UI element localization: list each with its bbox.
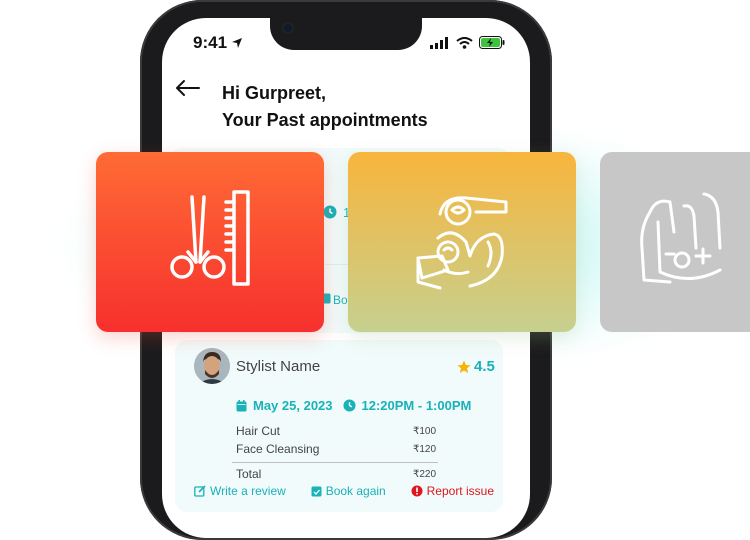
stylist-name: Stylist Name [236, 358, 321, 375]
total-row: Total ₹220 [236, 465, 436, 483]
alert-icon [411, 485, 423, 497]
report-issue-button[interactable]: Report issue [411, 484, 494, 498]
appointment-time: 12:20PM - 1:00PM [361, 398, 472, 413]
status-time: 9:41 [193, 33, 228, 52]
hand-care-icon [640, 192, 722, 284]
list-item: Hair Cut ₹100 [236, 422, 436, 440]
item-price: ₹120 [412, 443, 436, 455]
total-value: ₹220 [412, 468, 436, 480]
battery-icon [479, 36, 505, 49]
item-name: Face Cleansing [236, 442, 320, 456]
appointment-datetime: May 25, 2023 12:20PM - 1:00PM [236, 398, 471, 413]
clock-icon [323, 205, 337, 219]
service-tile-haircut[interactable] [96, 152, 324, 332]
service-tile-facial[interactable] [348, 152, 576, 332]
write-review-button[interactable]: Write a review [194, 484, 286, 498]
edit-icon [194, 485, 206, 497]
item-price: ₹100 [412, 425, 436, 437]
book-again-button[interactable]: Book again [311, 484, 386, 498]
camera-icon [282, 22, 294, 34]
total-label: Total [236, 467, 262, 481]
list-item: Face Cleansing ₹120 [236, 440, 436, 458]
star-icon [457, 360, 471, 373]
service-items: Hair Cut ₹100 Face Cleansing ₹120 Total … [232, 422, 438, 483]
back-arrow-icon[interactable] [174, 78, 200, 98]
write-review-label: Write a review [210, 484, 286, 498]
calendar-check-icon [311, 486, 322, 497]
calendar-icon [236, 399, 247, 411]
scissors-comb-icon [170, 190, 250, 286]
phone-notch [270, 14, 422, 50]
facial-spa-icon [416, 196, 508, 290]
page-title: Hi Gurpreet, Your Past appointments [222, 80, 428, 134]
signal-icon [430, 36, 448, 49]
appointment-date: May 25, 2023 [253, 398, 333, 413]
clock-icon [342, 399, 356, 412]
avatar [194, 348, 230, 384]
appointment-actions: Write a review Book again Report issue [194, 484, 494, 498]
item-name: Hair Cut [236, 424, 281, 438]
service-tile-manicure[interactable] [600, 152, 750, 332]
subtitle-text: Your Past appointments [222, 110, 428, 130]
wifi-icon [456, 36, 473, 49]
rating-value: 4.5 [474, 358, 495, 375]
location-arrow-icon [232, 38, 242, 48]
book-again-label: Book again [325, 484, 386, 498]
rating: 4.5 [457, 358, 495, 375]
greeting-text: Hi Gurpreet, [222, 83, 327, 103]
report-issue-label: Report issue [426, 484, 494, 498]
divider [232, 462, 438, 463]
